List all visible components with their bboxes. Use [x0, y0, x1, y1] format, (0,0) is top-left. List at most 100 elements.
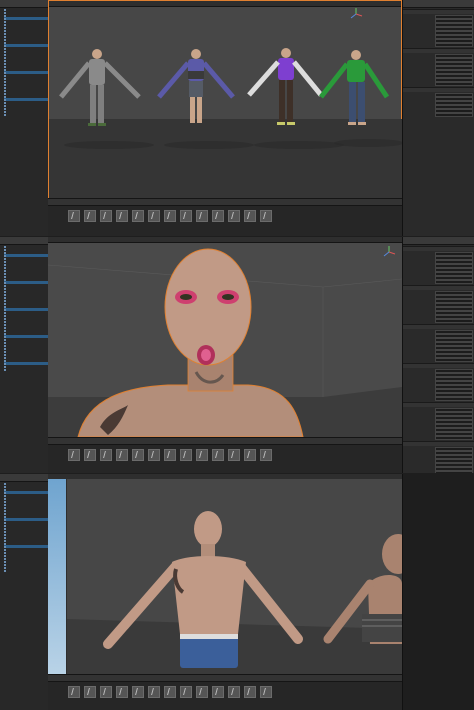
animation-clip-icon[interactable]: [148, 210, 160, 222]
hierarchy-header: [0, 0, 48, 8]
property-field[interactable]: [435, 112, 473, 118]
gameobject-icon: [4, 290, 6, 293]
property-field[interactable]: [435, 470, 473, 473]
component-header[interactable]: [403, 363, 474, 368]
character-posed[interactable]: [48, 474, 402, 674]
scene-view[interactable]: [48, 237, 402, 437]
hierarchy-panel[interactable]: [0, 474, 49, 710]
animation-clip-icon[interactable]: [68, 449, 80, 461]
animation-clip-icon[interactable]: [164, 210, 176, 222]
gameobject-icon: [4, 113, 6, 116]
inspector-panel[interactable]: [402, 474, 474, 710]
character-grey-hoodie[interactable]: [59, 49, 141, 126]
gameobject-icon: [4, 521, 6, 524]
animation-clip-icon[interactable]: [196, 449, 208, 461]
property-field[interactable]: [435, 318, 473, 324]
animation-clip-icon[interactable]: [180, 210, 192, 222]
animation-clip-icon[interactable]: [148, 686, 160, 698]
property-field[interactable]: [435, 81, 473, 87]
animation-clip-icon[interactable]: [260, 449, 272, 461]
property-field[interactable]: [435, 357, 473, 363]
animation-clip-icon[interactable]: [260, 686, 272, 698]
gameobject-icon: [4, 86, 6, 89]
hierarchy-item[interactable]: [4, 113, 48, 116]
component-header[interactable]: [403, 87, 474, 92]
animation-clip-icon[interactable]: [228, 449, 240, 461]
animation-clip-icon[interactable]: [212, 686, 224, 698]
animation-clip-icon[interactable]: [228, 686, 240, 698]
property-row: [405, 470, 473, 473]
property-row: [405, 42, 473, 48]
hierarchy-item[interactable]: [4, 368, 48, 371]
animation-clip-icon[interactable]: [84, 449, 96, 461]
inspector-panel[interactable]: [402, 237, 474, 473]
character-green-hoodie[interactable]: [319, 50, 390, 125]
animation-clip-icon[interactable]: [260, 210, 272, 222]
animation-clip-icon[interactable]: [100, 449, 112, 461]
animation-clip-icon[interactable]: [244, 449, 256, 461]
property-row: [405, 435, 473, 441]
animation-clip-icon[interactable]: [132, 210, 144, 222]
gameobject-icon: [4, 557, 6, 560]
gameobject-icon: [4, 245, 6, 248]
property-field[interactable]: [435, 396, 473, 402]
gameobject-icon: [4, 95, 6, 98]
animation-clip-icon[interactable]: [164, 686, 176, 698]
animation-clip-icon[interactable]: [132, 686, 144, 698]
scene-view[interactable]: [48, 0, 403, 199]
property-row: [405, 318, 473, 324]
gameobject-icon: [4, 488, 6, 491]
property-field[interactable]: [435, 42, 473, 48]
property-field[interactable]: [435, 435, 473, 441]
hierarchy-panel[interactable]: [0, 0, 49, 236]
component-header[interactable]: [403, 402, 474, 407]
gameobject-icon: [4, 548, 6, 551]
animation-clip-icon[interactable]: [100, 210, 112, 222]
hierarchy-item[interactable]: [4, 569, 48, 572]
component-header[interactable]: [403, 285, 474, 290]
gameobject-icon: [4, 338, 6, 341]
character-head-closeup[interactable]: [48, 237, 402, 437]
animation-clip-icon[interactable]: [164, 449, 176, 461]
hierarchy-panel[interactable]: [0, 237, 49, 473]
animation-clip-icon[interactable]: [84, 210, 96, 222]
scene-gizmo-icon[interactable]: [349, 7, 363, 21]
gameobject-icon: [4, 53, 6, 56]
gameobject-icon: [4, 80, 6, 83]
property-field[interactable]: [435, 279, 473, 285]
character-lineup[interactable]: [49, 41, 403, 166]
animation-clip-icon[interactable]: [116, 686, 128, 698]
component-header[interactable]: [403, 48, 474, 53]
animation-clip-icon[interactable]: [68, 686, 80, 698]
animation-clip-icon[interactable]: [68, 210, 80, 222]
animation-clip-icon[interactable]: [116, 449, 128, 461]
component-header[interactable]: [403, 9, 474, 14]
gameobject-icon: [4, 536, 6, 539]
animation-clip-icon[interactable]: [212, 210, 224, 222]
gameobject-icon: [4, 269, 6, 272]
component-header[interactable]: [403, 324, 474, 329]
gameobject-icon: [4, 110, 6, 113]
component-header[interactable]: [403, 246, 474, 251]
animation-clip-icon[interactable]: [180, 686, 192, 698]
animation-clip-icon[interactable]: [244, 686, 256, 698]
scene-view[interactable]: [48, 474, 402, 674]
animation-clip-icon[interactable]: [212, 449, 224, 461]
animation-clip-icon[interactable]: [228, 210, 240, 222]
character-purple-white[interactable]: [247, 48, 323, 125]
gameobject-icon: [4, 566, 6, 569]
character-purple-hoodie[interactable]: [157, 49, 235, 123]
inspector-panel[interactable]: [402, 0, 474, 236]
animation-clip-icon[interactable]: [84, 686, 96, 698]
gameobject-icon: [4, 62, 6, 65]
animation-clip-icon[interactable]: [132, 449, 144, 461]
animation-clip-icon[interactable]: [148, 449, 160, 461]
animation-clip-icon[interactable]: [180, 449, 192, 461]
animation-clip-icon[interactable]: [244, 210, 256, 222]
animation-clip-icon[interactable]: [196, 210, 208, 222]
animation-clip-icon[interactable]: [116, 210, 128, 222]
animation-clip-icon[interactable]: [196, 686, 208, 698]
component-header[interactable]: [403, 441, 474, 446]
animation-clip-icon[interactable]: [100, 686, 112, 698]
gameobject-icon: [4, 323, 6, 326]
